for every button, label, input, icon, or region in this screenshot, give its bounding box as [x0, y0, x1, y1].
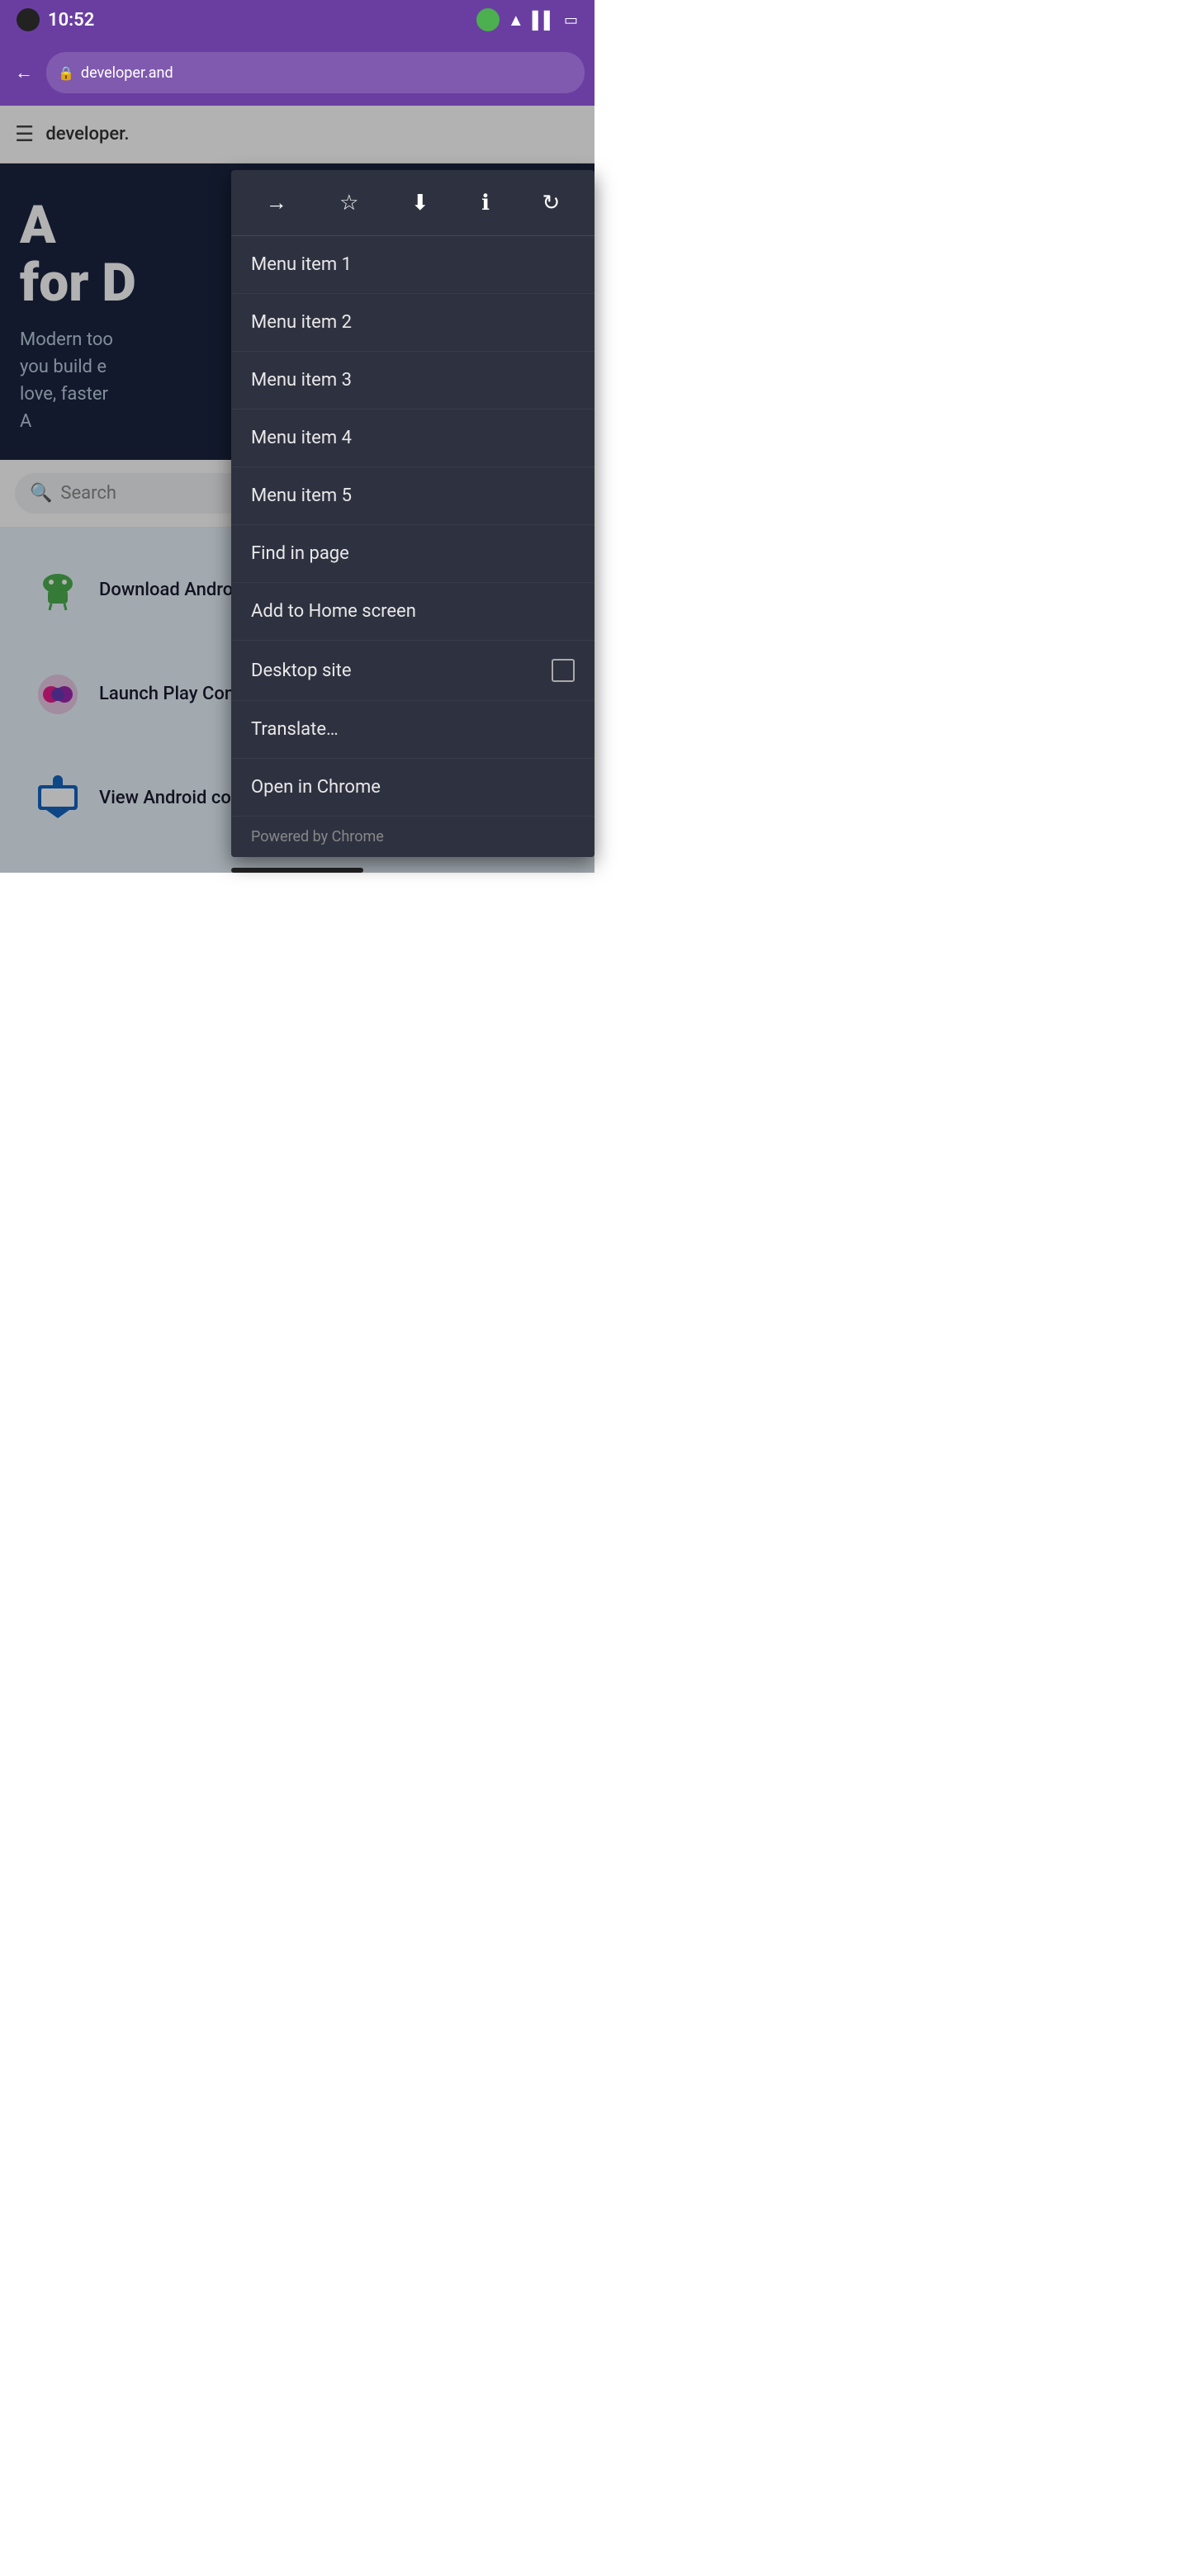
menu-footer: Powered by Chrome [231, 817, 594, 857]
menu-info-button[interactable]: ℹ [471, 183, 500, 222]
menu-item-4[interactable]: Menu item 4 [231, 410, 594, 467]
menu-download-button[interactable]: ⬇ [401, 183, 439, 222]
menu-item-3[interactable]: Menu item 3 [231, 352, 594, 410]
menu-forward-button[interactable]: → [256, 183, 297, 222]
find-in-page-item[interactable]: Find in page [231, 525, 594, 583]
browser-toolbar: ← 🔒 developer.and [0, 40, 594, 106]
url-bar[interactable]: 🔒 developer.and [46, 52, 585, 93]
battery-icon: ▭ [564, 12, 578, 29]
menu-toolbar: → ☆ ⬇ ℹ ↻ [231, 170, 594, 236]
open-in-chrome-item[interactable]: Open in Chrome [231, 759, 594, 817]
status-time: 10:52 [48, 10, 94, 31]
menu-item-5[interactable]: Menu item 5 [231, 467, 594, 525]
context-menu: → ☆ ⬇ ℹ ↻ Menu item 1 Menu item 2 Menu i… [231, 170, 594, 857]
menu-bookmark-button[interactable]: ☆ [329, 183, 368, 222]
add-to-home-screen-item[interactable]: Add to Home screen [231, 583, 594, 641]
menu-item-2[interactable]: Menu item 2 [231, 294, 594, 352]
menu-footer-text: Powered by Chrome [251, 828, 384, 845]
page-content: ☰ developer. A for D Modern too you buil… [0, 106, 594, 873]
desktop-site-item[interactable]: Desktop site [231, 641, 594, 701]
menu-item-1[interactable]: Menu item 1 [231, 236, 594, 294]
desktop-site-checkbox[interactable] [552, 659, 575, 682]
url-text: developer.and [81, 64, 173, 82]
back-button[interactable]: ← [10, 57, 38, 88]
signal-icon: ▌▌ [533, 10, 556, 31]
status-dot [17, 8, 40, 31]
translate-item[interactable]: Translate… [231, 701, 594, 759]
status-bar: 10:52 ▲ ▌▌ ▭ [0, 0, 594, 40]
menu-refresh-button[interactable]: ↻ [532, 183, 570, 222]
lock-icon: 🔒 [58, 65, 74, 81]
wifi-icon: ▲ [508, 10, 524, 31]
status-circle [476, 8, 500, 31]
